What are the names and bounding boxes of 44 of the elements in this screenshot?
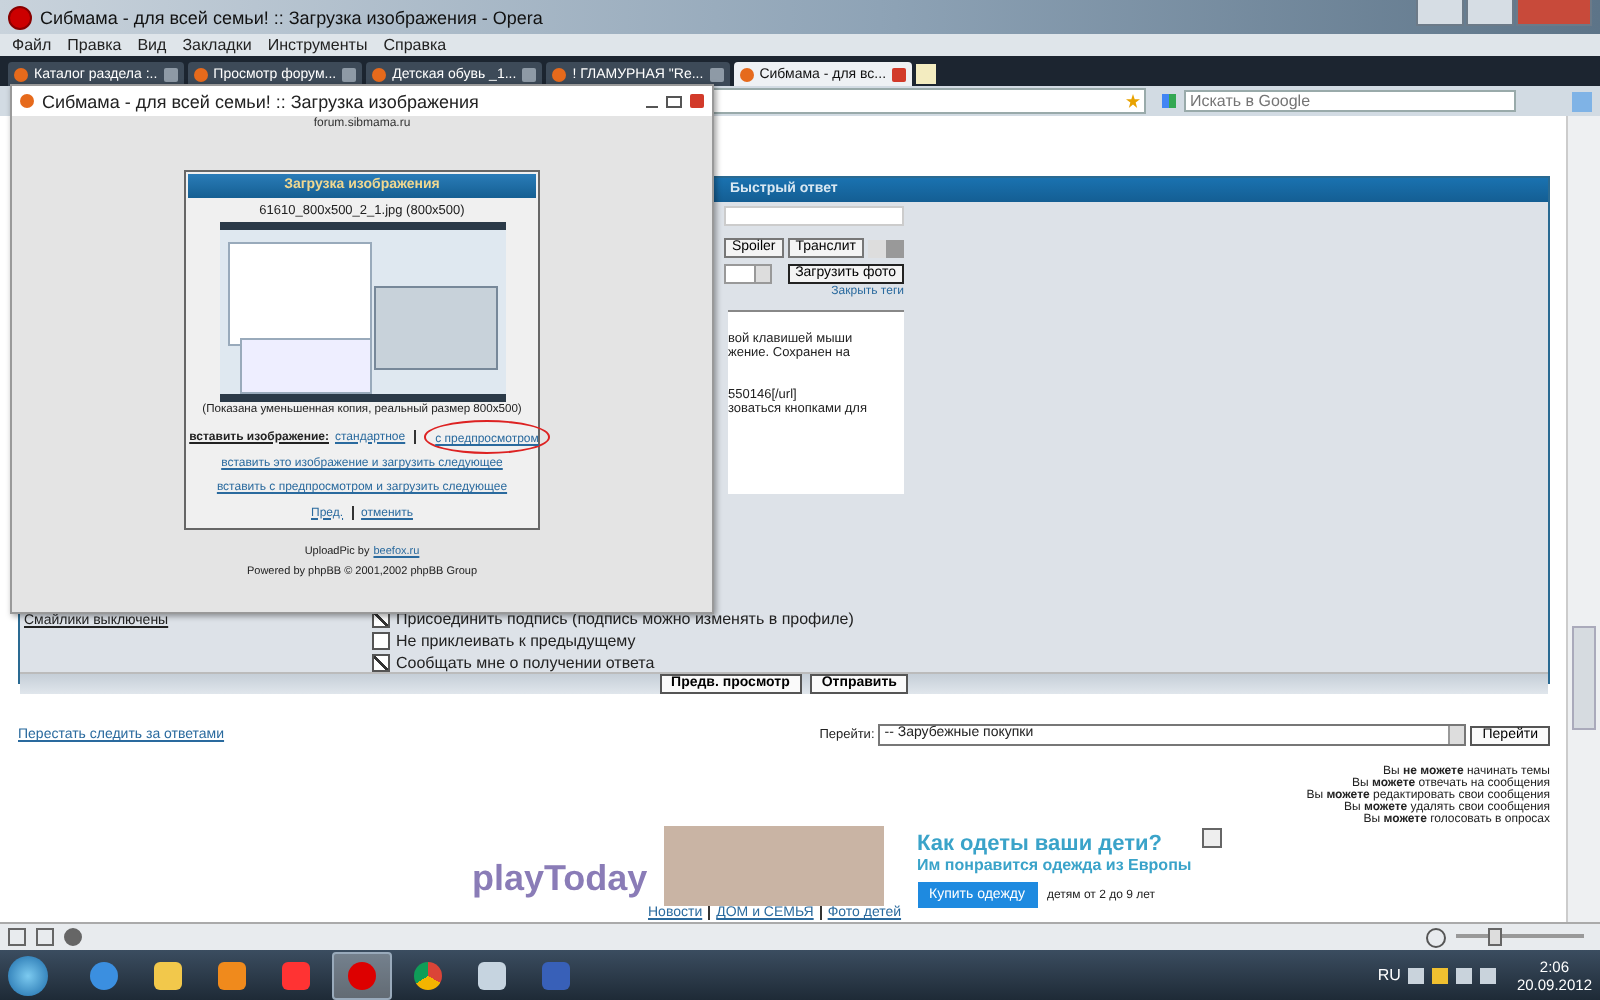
ad-subline: Им понравится одежда из Европы — [917, 856, 1192, 874]
site-icon — [739, 67, 754, 81]
panel-toggle-icon[interactable] — [8, 928, 26, 946]
fullscreen-icon[interactable] — [36, 928, 54, 946]
new-tab-button[interactable] — [916, 64, 937, 84]
search-field[interactable]: Искать в Google — [1184, 90, 1516, 112]
site-icon — [552, 67, 567, 81]
tray-icon[interactable] — [1408, 967, 1425, 983]
language-indicator[interactable]: RU — [1377, 966, 1401, 984]
zoom-icon[interactable] — [1426, 927, 1446, 947]
text-field[interactable] — [724, 206, 904, 226]
menu-item[interactable]: Вид — [137, 36, 167, 54]
brand-logo: playToday — [472, 858, 648, 898]
start-button[interactable] — [8, 955, 48, 995]
ad-headline: Как одеты ваши дети? — [917, 832, 1164, 856]
option-label: Сообщать мне о получении ответа — [396, 654, 655, 672]
ad-badge-icon — [1202, 828, 1222, 848]
maximize-button[interactable] — [666, 95, 682, 107]
site-icon — [372, 67, 387, 81]
opera-logo-icon — [8, 5, 32, 29]
dropdown[interactable] — [723, 264, 772, 284]
window-title: Сибмама - для всей семьи! :: Загрузка изображения - Opera — [40, 7, 545, 27]
caret-icon — [1448, 726, 1465, 744]
close-tab-icon[interactable] — [892, 67, 907, 81]
close-tab-icon[interactable] — [709, 67, 724, 81]
option-label: Присоединить подпись (подпись можно изменять в профиле) — [396, 610, 854, 628]
checkbox[interactable] — [372, 632, 390, 650]
option-label: Не приклеивать к предыдущему — [396, 632, 636, 650]
menu-item[interactable]: Файл — [12, 36, 52, 54]
menu-item[interactable]: Справка — [383, 36, 447, 54]
caret-icon — [753, 266, 770, 282]
maximize-button[interactable] — [1466, 0, 1514, 26]
speed-dial-icon[interactable] — [64, 928, 82, 946]
popup-title: Сибмама - для всей семьи! :: Загрузка изображения — [42, 91, 481, 111]
scroll-bar[interactable] — [1566, 116, 1600, 922]
close-tab-icon[interactable] — [163, 67, 178, 81]
menu-item[interactable]: Закладки — [182, 36, 252, 54]
site-icon — [193, 67, 208, 81]
minimize-button[interactable] — [1416, 0, 1464, 26]
checkbox[interactable] — [372, 654, 390, 672]
close-tab-icon[interactable] — [342, 67, 357, 81]
menu-item[interactable]: Инструменты — [267, 36, 368, 54]
menu-item[interactable]: Правка — [67, 36, 122, 54]
close-tab-icon[interactable] — [522, 67, 537, 81]
